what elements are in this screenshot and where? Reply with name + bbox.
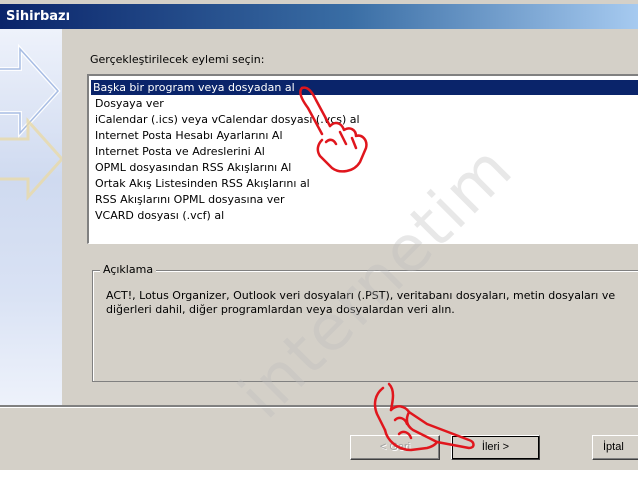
cancel-button[interactable]: İptal [592, 435, 638, 460]
action-list-item[interactable]: OPML dosyasından RSS Akışlarını Al [93, 160, 638, 175]
description-title: Açıklama [100, 263, 157, 276]
arrows-graphic-icon [0, 43, 62, 201]
title-bar: Sihirbazı [0, 4, 638, 29]
back-button[interactable]: < Geri [350, 435, 440, 460]
next-button[interactable]: İleri > [451, 435, 540, 460]
window-title: Sihirbazı [6, 9, 71, 24]
action-prompt-label: Gerçekleştirilecek eylemi seçin: [90, 53, 265, 66]
action-list-item[interactable]: Internet Posta Hesabı Ayarlarını Al [93, 128, 638, 143]
action-list-item[interactable]: RSS Akışlarını OPML dosyasına ver [93, 192, 638, 207]
action-list-item[interactable]: Başka bir program veya dosyadan al [91, 80, 638, 95]
action-list-item[interactable]: Ortak Akış Listesinden RSS Akışlarını al [93, 176, 638, 191]
bottom-strip [0, 470, 638, 478]
action-list-item[interactable]: iCalendar (.ics) veya vCalendar dosyası … [93, 112, 638, 127]
action-list-item[interactable]: Internet Posta ve Adreslerini Al [93, 144, 638, 159]
action-list-item[interactable]: VCARD dosyası (.vcf) al [93, 208, 638, 223]
action-list-item[interactable]: Dosyaya ver [93, 96, 638, 111]
wizard-side-banner [0, 29, 62, 406]
button-separator [0, 405, 638, 408]
action-listbox[interactable]: Başka bir program veya dosyadan al Dosyay… [87, 74, 638, 244]
import-export-wizard-window: Sihirbazı Gerçekleştirilecek eylemi seçi… [0, 0, 638, 478]
